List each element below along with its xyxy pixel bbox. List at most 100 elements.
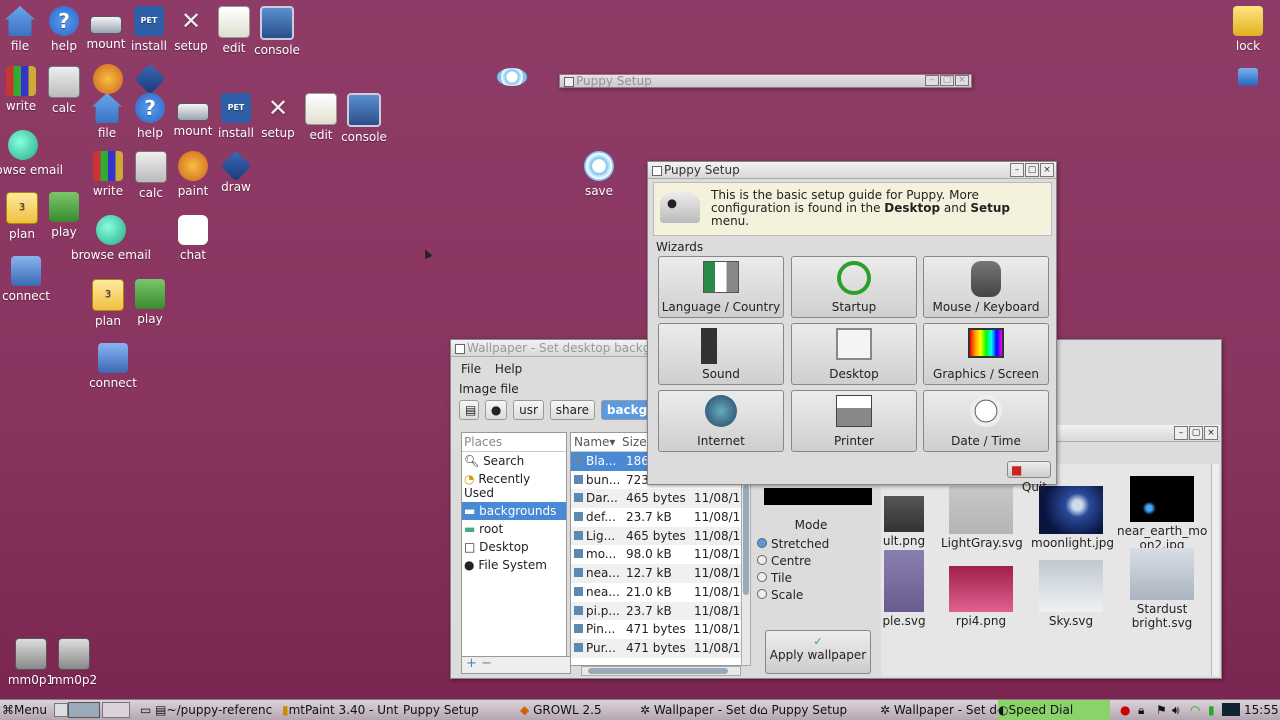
apply-wallpaper-button[interactable]: ✓ Apply wallpaper	[765, 630, 871, 674]
workspace-pager[interactable]	[68, 702, 100, 718]
show-desktop-button[interactable]	[54, 703, 68, 717]
thumb-sky[interactable]: Sky.svg	[1031, 560, 1111, 628]
task-wallpaper-2[interactable]: ✲ Wallpaper - Set de	[880, 700, 998, 720]
file-row[interactable]: Dar... 465 bytes 11/08/19	[571, 489, 741, 509]
task-terminal[interactable]: ▭ ▤~/puppy-referenc	[140, 700, 280, 720]
check-icon: ✓	[813, 635, 823, 648]
radio-icon	[757, 589, 767, 599]
pet-icon: PET	[134, 6, 164, 36]
wizard-sound-button[interactable]: Sound	[658, 323, 784, 385]
places-search[interactable]: 🔍︎ Search	[462, 452, 566, 470]
desktop-icon-browse-2[interactable]: browse email	[71, 215, 151, 262]
desktop-icon-draw[interactable]: draw	[208, 150, 264, 194]
wizard-startup-button[interactable]: Startup	[791, 256, 917, 318]
desktop-icon-play-2[interactable]: play	[122, 279, 178, 326]
desktop-icon-draw-small[interactable]	[122, 63, 178, 95]
file-row[interactable]: Pin... 471 bytes 11/08/19	[571, 620, 741, 639]
tray-flag-icon[interactable]: ⚑	[1156, 700, 1167, 720]
menu-button[interactable]: ⌘Menu	[2, 700, 47, 720]
file-row[interactable]: mo... 98.0 kB 11/08/19	[571, 545, 741, 564]
thumb-scrollbar[interactable]	[1211, 464, 1219, 676]
file-row[interactable]: pi.p... 23.7 kB 11/08/19	[571, 601, 741, 621]
desktop-icon-browse[interactable]: browse email	[0, 130, 63, 177]
thumb-lightgray[interactable]: LightGray.svg	[941, 486, 1023, 550]
download-icon[interactable]	[1238, 68, 1258, 86]
books-icon	[6, 66, 36, 96]
path-share[interactable]: share	[549, 400, 596, 420]
file-row[interactable]: def... 23.7 kB 11/08/19	[571, 508, 741, 527]
mode-radio-tile[interactable]: Tile	[757, 570, 871, 587]
file-row[interactable]: nea... 21.0 kB 11/08/19	[571, 583, 741, 602]
desktop-icon-save[interactable]: save	[571, 151, 627, 198]
notepad-icon	[218, 6, 250, 38]
col-size[interactable]: Size	[622, 435, 647, 449]
desktop-drive-mm0p2[interactable]: mm0p2	[46, 638, 102, 687]
minimize-button[interactable]: –	[1010, 163, 1024, 177]
task-puppy-setup[interactable]: Puppy Setup	[403, 700, 513, 720]
file-row[interactable]: nea... 12.7 kB 11/08/19	[571, 564, 741, 583]
wizard-desktop-button[interactable]: Desktop	[791, 323, 917, 385]
file-row[interactable]: Pur... 471 bytes 11/08/19	[571, 638, 741, 658]
close-button[interactable]: ×	[1040, 163, 1054, 177]
thumb-near-earth[interactable]: near_earth_mo on2.jpg	[1117, 476, 1207, 552]
maximize-button[interactable]: ▢	[1025, 163, 1039, 177]
ghost-window[interactable]: Puppy Setup – ▢ ×	[559, 74, 972, 88]
mode-radio-centre[interactable]: Centre	[757, 553, 871, 570]
file-row[interactable]: Lig... 465 bytes 11/08/19	[571, 526, 741, 546]
horizontal-scrollbar[interactable]	[581, 666, 741, 676]
close-button[interactable]: ×	[1204, 426, 1218, 440]
maximize-button[interactable]: ▢	[1189, 426, 1203, 440]
root-button[interactable]: ●	[484, 400, 508, 420]
wizard-internet-button[interactable]: Internet	[658, 390, 784, 452]
tray-volume-icon[interactable]: 🔊︎	[1172, 700, 1180, 720]
menu-help[interactable]: Help	[495, 362, 522, 376]
puppy-setup-window[interactable]: Puppy Setup – ▢ × This is the basic setup …	[647, 161, 1057, 494]
vertical-scrollbar[interactable]	[741, 478, 751, 666]
places-desktop[interactable]: □ Desktop	[462, 538, 566, 556]
edit-path-button[interactable]: ▤	[459, 400, 479, 420]
places-filesystem[interactable]: ● File System	[462, 556, 566, 574]
task-growl[interactable]: ◆ GROWL 2.5	[520, 700, 630, 720]
mode-radio-scale[interactable]: Scale	[757, 587, 871, 604]
task-mtpaint[interactable]: ▮mtPaint 3.40 - Unt	[282, 700, 402, 720]
tray-battery-icon[interactable]: ▮	[1208, 700, 1215, 720]
pager-2[interactable]	[102, 702, 130, 718]
path-usr[interactable]: usr	[513, 400, 544, 420]
wizard-mouse-keyboard-button[interactable]: Mouse / Keyboard	[923, 256, 1049, 318]
tray-lock-icon[interactable]: 🔒︎	[1138, 700, 1144, 720]
places-recent[interactable]: ◔ Recently Used	[462, 470, 566, 502]
desktop-icon-connect[interactable]: connect	[0, 256, 54, 303]
menu-file[interactable]: File	[461, 362, 481, 376]
desktop-icon-console-2[interactable]: console	[336, 93, 392, 144]
thumb-stardust[interactable]: Stardust bright.svg	[1117, 548, 1207, 630]
file-size: 98.0 kB	[626, 547, 672, 562]
tray-cpu-icon[interactable]	[1222, 703, 1240, 716]
wizard-printer-button[interactable]: Printer	[791, 390, 917, 452]
wizard-datetime-button[interactable]: Date / Time	[923, 390, 1049, 452]
clock[interactable]: 15:55	[1244, 700, 1279, 720]
mode-radio-stretched[interactable]: Stretched	[757, 536, 871, 553]
task-speed-dial[interactable]: ◐Speed Dial	[998, 700, 1110, 720]
desktop-icon-chat[interactable]: chat	[165, 215, 221, 262]
wizard-language-button[interactable]: Language / Country	[658, 256, 784, 318]
task-puppy-setup-2[interactable]: ⌂ Puppy Setup	[760, 700, 880, 720]
clock-icon	[970, 395, 1002, 427]
desktop-icon-lock[interactable]: lock	[1220, 6, 1276, 53]
desktop-icon-console[interactable]: console	[249, 6, 305, 57]
quit-button[interactable]: ■ Quit	[1007, 461, 1051, 494]
places-backgrounds[interactable]: ▬ backgrounds	[462, 502, 566, 520]
minimize-button[interactable]: –	[1174, 426, 1188, 440]
thumb-purple[interactable]: ple.svg	[881, 550, 927, 628]
places-root[interactable]: ▬ root	[462, 520, 566, 538]
wizard-graphics-button[interactable]: Graphics / Screen	[923, 323, 1049, 385]
file-name: nea...	[586, 566, 620, 581]
col-name[interactable]: Name▾	[571, 433, 622, 451]
add-place-button[interactable]: +	[466, 656, 477, 671]
tray-record-icon[interactable]: ●	[1120, 700, 1130, 720]
thumb-rpi4[interactable]: rpi4.png	[941, 566, 1021, 628]
tray-wifi-icon[interactable]: ◠	[1190, 700, 1200, 720]
desktop-icon-connect-2[interactable]: connect	[85, 343, 141, 390]
task-wallpaper[interactable]: ✲ Wallpaper - Set de	[640, 700, 760, 720]
remove-place-button[interactable]: −	[481, 656, 492, 671]
thumb-default[interactable]: ult.png	[881, 496, 927, 548]
